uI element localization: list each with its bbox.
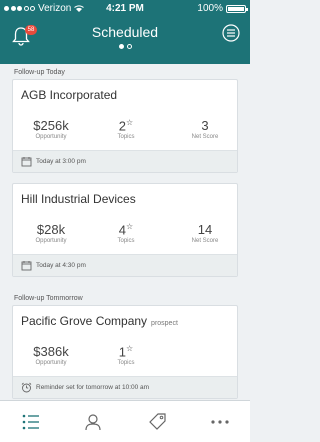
- net-score-label: Net Score: [191, 238, 219, 244]
- opportunity-label: Opportunity: [35, 134, 67, 140]
- topics-metric: 2☆ Topics: [108, 118, 144, 140]
- calendar-icon: [21, 261, 32, 271]
- account-card-pacific-grove[interactable]: Pacific Grove Company prospect $386k Oppo…: [12, 305, 238, 399]
- schedule-time: Today at 4:30 pm: [36, 262, 86, 269]
- status-bar: Verizon 4:21 PM 100%: [0, 0, 250, 18]
- opportunity-value: $386k: [33, 344, 69, 359]
- net-score-value: 3: [201, 118, 209, 133]
- section-label-today: Follow-up Today: [14, 69, 65, 76]
- opportunity-metric: $28k Opportunity: [21, 222, 81, 244]
- battery-icon: [226, 4, 248, 13]
- more-icon[interactable]: [210, 412, 230, 432]
- account-card-hill[interactable]: Hill Industrial Devices $28k Opportunity…: [12, 183, 238, 277]
- topics-metric: 4☆ Topics: [108, 222, 144, 244]
- topics-label: Topics: [117, 360, 135, 367]
- net-score-metric: 3 Net Score: [185, 118, 225, 140]
- opportunity-label: Opportunity: [35, 360, 67, 366]
- schedule-time: Today at 3:00 pm: [36, 158, 86, 165]
- star-icon: ☆: [126, 118, 134, 127]
- topics-value: 1: [118, 344, 127, 360]
- topics-label: Topics: [117, 238, 135, 245]
- star-icon: ☆: [126, 222, 134, 231]
- topics-label: Topics: [117, 134, 135, 141]
- card-title: AGB Incorporated: [21, 88, 118, 102]
- calendar-icon: [21, 157, 32, 167]
- prospect-tag: prospect: [151, 320, 178, 327]
- card-title-name: Pacific Grove Company: [21, 314, 148, 328]
- account-card-agb[interactable]: AGB Incorporated $256k Opportunity 2☆ To…: [12, 79, 238, 173]
- card-title: Pacific Grove Company prospect: [21, 314, 178, 328]
- page-title: Scheduled: [91, 24, 159, 40]
- opportunity-value: $256k: [33, 118, 69, 133]
- card-footer: Today at 4:30 pm: [13, 254, 237, 276]
- net-score-label: Net Score: [191, 134, 219, 140]
- card-footer: Reminder set for tomorrow at 10:00 am: [13, 376, 237, 398]
- card-footer: Today at 3:00 pm: [13, 150, 237, 172]
- opportunity-metric: $256k Opportunity: [21, 118, 81, 140]
- header: Verizon 4:21 PM 100% 58 Scheduled: [0, 0, 250, 64]
- topics-metric: 1☆ Topics: [108, 344, 144, 366]
- list-icon[interactable]: [21, 412, 41, 432]
- alarm-clock-icon: [21, 382, 32, 393]
- page-indicator: [119, 44, 132, 49]
- tab-bar: [0, 400, 250, 442]
- net-score-value: 14: [197, 222, 213, 237]
- opportunity-metric: $386k Opportunity: [21, 344, 81, 366]
- star-icon: ☆: [126, 344, 134, 353]
- opportunity-value: $28k: [36, 222, 66, 237]
- menu-icon[interactable]: [222, 24, 240, 42]
- tag-icon[interactable]: [147, 412, 167, 432]
- topics-value: 2: [118, 118, 127, 134]
- net-score-metric: 14 Net Score: [185, 222, 225, 244]
- reminder-text: Reminder set for tomorrow at 10:00 am: [36, 384, 150, 391]
- opportunity-label: Opportunity: [35, 238, 67, 244]
- topics-value: 4: [118, 222, 127, 238]
- card-title: Hill Industrial Devices: [21, 192, 136, 206]
- person-icon[interactable]: [83, 412, 103, 432]
- section-label-tomorrow: Follow-up Tommorrow: [14, 295, 83, 302]
- battery-label: 100%: [197, 3, 223, 14]
